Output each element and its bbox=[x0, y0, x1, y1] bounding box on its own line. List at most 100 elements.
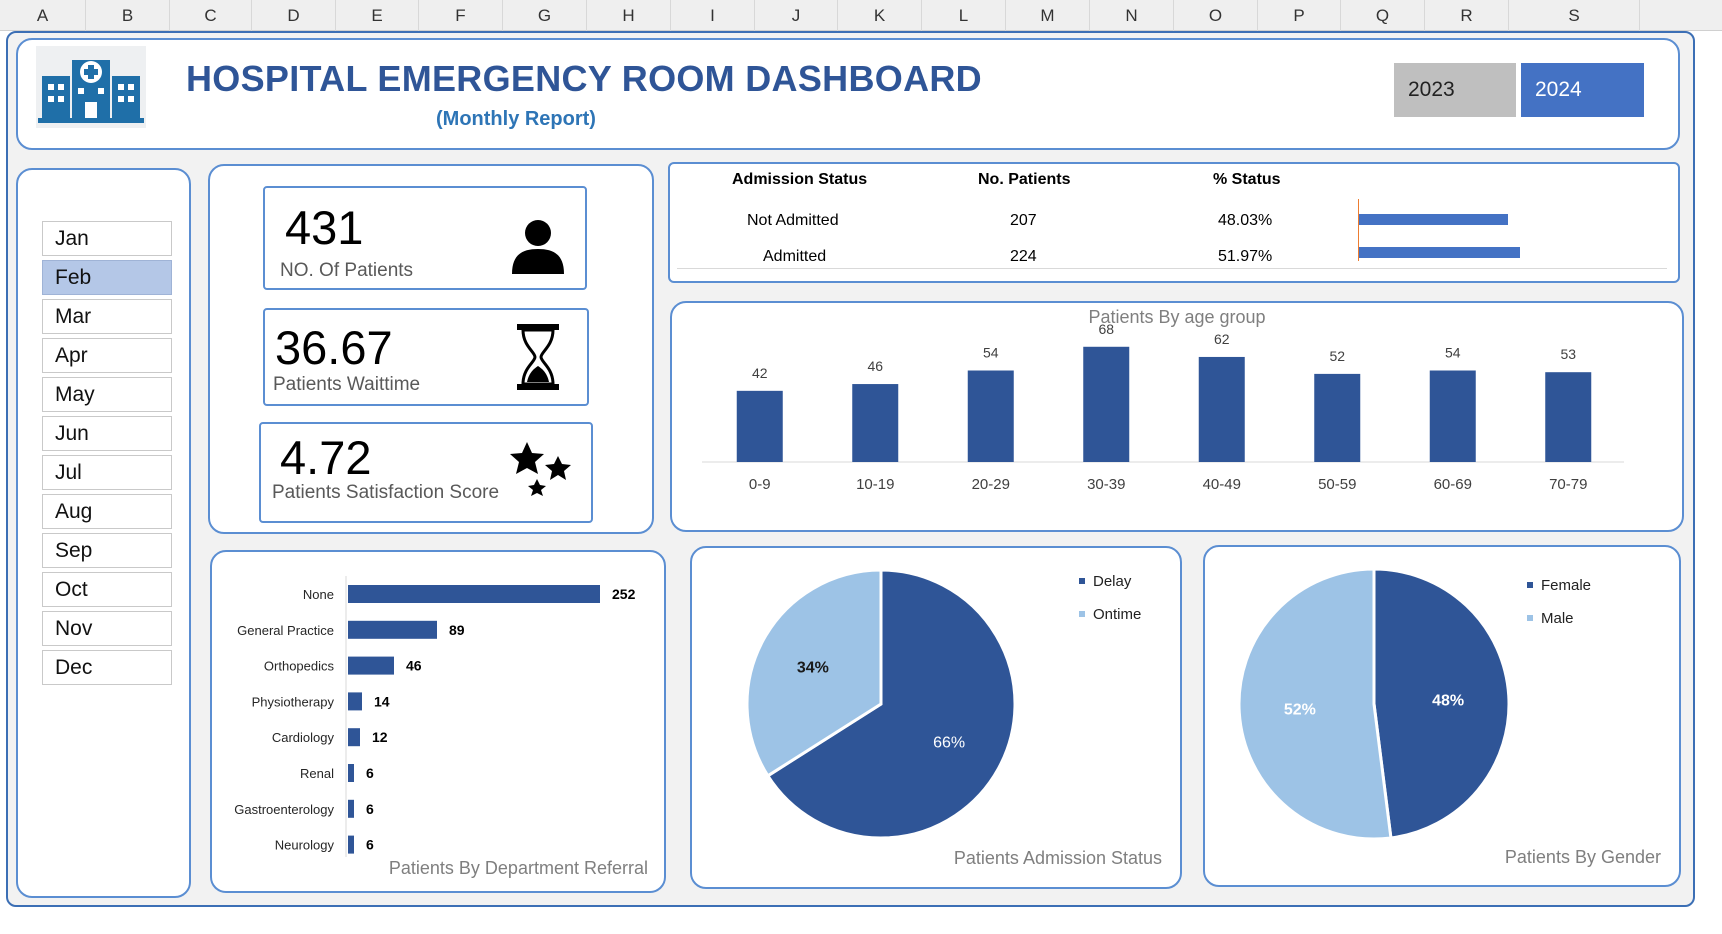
column-header-cell[interactable]: E bbox=[336, 0, 419, 31]
tick-label: 0-9 bbox=[749, 476, 771, 493]
data-label: 34% bbox=[797, 660, 829, 677]
bar bbox=[1083, 346, 1130, 462]
month-button-jul[interactable]: Jul bbox=[42, 455, 172, 490]
dashboard-stage: ABCDEFGHIJKLMNOPQRS HOSPITAL EMERGENCY R… bbox=[0, 0, 1722, 934]
kpi-label: Patients Waittime bbox=[273, 374, 421, 395]
kpi-value: 4.72 bbox=[280, 431, 372, 484]
column-header-cell[interactable]: R bbox=[1425, 0, 1509, 31]
month-button-dec[interactable]: Dec bbox=[42, 650, 172, 685]
data-label: 46 bbox=[406, 658, 422, 674]
column-header-cell[interactable]: D bbox=[252, 0, 336, 31]
tick-label: Orthopedics bbox=[264, 659, 335, 674]
month-button-jan[interactable]: Jan bbox=[42, 221, 172, 256]
data-label: 54 bbox=[983, 345, 999, 361]
bar bbox=[1429, 370, 1476, 462]
kpi-card-patients: 431 NO. Of Patients bbox=[263, 186, 587, 290]
column-header-cell[interactable]: A bbox=[0, 0, 86, 31]
data-label: 6 bbox=[366, 801, 374, 817]
tick-label: 60-69 bbox=[1434, 476, 1472, 493]
table-cell-pct: 48.03% bbox=[1218, 212, 1273, 229]
month-button-apr[interactable]: Apr bbox=[42, 338, 172, 373]
data-label: 46 bbox=[867, 358, 883, 374]
data-label: 6 bbox=[366, 765, 374, 781]
column-header-cell[interactable]: B bbox=[86, 0, 170, 31]
bar bbox=[1545, 372, 1592, 462]
tick-label: None bbox=[303, 587, 334, 602]
month-button-sep[interactable]: Sep bbox=[42, 533, 172, 568]
column-header-bar: ABCDEFGHIJKLMNOPQRS bbox=[0, 0, 1722, 31]
data-label: 52 bbox=[1329, 348, 1345, 364]
column-header-cell[interactable]: P bbox=[1258, 0, 1341, 31]
month-button-feb[interactable]: Feb bbox=[42, 260, 172, 295]
column-header-cell[interactable]: I bbox=[671, 0, 755, 31]
column-header-cell[interactable]: O bbox=[1174, 0, 1258, 31]
column-header-cell[interactable]: G bbox=[503, 0, 587, 31]
kpi-value: 36.67 bbox=[275, 321, 393, 374]
chart-title: Patients Admission Status bbox=[954, 848, 1162, 868]
table-header-admission-status: Admission Status bbox=[732, 171, 868, 188]
table-bar-axis bbox=[1358, 199, 1359, 261]
column-header-cell[interactable]: H bbox=[587, 0, 671, 31]
bar bbox=[1314, 373, 1361, 462]
department-referral-chart: None 252 General Practice 89 Orthopedics 46 Ph… bbox=[234, 576, 648, 878]
kpi-card-waittime: 36.67 Patients Waittime bbox=[263, 308, 589, 406]
chart-title: Patients By age group bbox=[1088, 307, 1265, 327]
year-button-2024[interactable]: 2024 bbox=[1521, 63, 1644, 117]
month-button-may[interactable]: May bbox=[42, 377, 172, 412]
legend-label: Female bbox=[1541, 577, 1591, 594]
table-cell-patients: 224 bbox=[1010, 248, 1037, 265]
column-header-cell[interactable]: L bbox=[922, 0, 1006, 31]
data-label: 62 bbox=[1214, 331, 1230, 347]
column-header-cell[interactable]: K bbox=[838, 0, 922, 31]
column-header-cell[interactable]: Q bbox=[1341, 0, 1425, 31]
data-label: 68 bbox=[1098, 321, 1114, 337]
data-label: 89 bbox=[449, 622, 465, 638]
table-pct-bar bbox=[1359, 247, 1520, 258]
legend-label: Ontime bbox=[1093, 606, 1141, 623]
tick-label: 30-39 bbox=[1087, 476, 1125, 493]
legend-marker bbox=[1527, 582, 1533, 588]
column-header-cell[interactable]: M bbox=[1006, 0, 1090, 31]
tick-label: General Practice bbox=[237, 623, 334, 638]
data-label: 54 bbox=[1445, 345, 1461, 361]
column-header-cell[interactable]: C bbox=[170, 0, 252, 31]
table-cell-pct: 51.97% bbox=[1218, 248, 1273, 265]
chart-title: Patients By Department Referral bbox=[389, 858, 648, 878]
stars-icon bbox=[510, 442, 571, 496]
legend-marker bbox=[1079, 611, 1085, 617]
table-header-pct-status: % Status bbox=[1213, 171, 1281, 188]
tick-label: 20-29 bbox=[972, 476, 1010, 493]
table-pct-bar bbox=[1359, 214, 1508, 225]
column-header-cell[interactable]: S bbox=[1509, 0, 1640, 31]
bar bbox=[852, 384, 899, 462]
month-button-jun[interactable]: Jun bbox=[42, 416, 172, 451]
month-button-mar[interactable]: Mar bbox=[42, 299, 172, 334]
bar bbox=[1198, 356, 1245, 462]
column-header-cell[interactable]: N bbox=[1090, 0, 1174, 31]
gender-pie: 48% 52% Female Male Patients By Gender bbox=[1237, 567, 1661, 867]
tick-label: Gastroenterology bbox=[234, 802, 334, 817]
bar bbox=[348, 799, 354, 818]
month-button-nov[interactable]: Nov bbox=[42, 611, 172, 646]
column-header-cell[interactable]: J bbox=[755, 0, 838, 31]
bar bbox=[736, 390, 783, 462]
data-label: 6 bbox=[366, 837, 374, 853]
month-button-oct[interactable]: Oct bbox=[42, 572, 172, 607]
month-button-aug[interactable]: Aug bbox=[42, 494, 172, 529]
tick-label: Renal bbox=[300, 766, 334, 781]
kpi-label: Patients Satisfaction Score bbox=[272, 482, 500, 503]
tick-label: Physiotherapy bbox=[252, 694, 335, 709]
table-cell-status: Admitted bbox=[763, 248, 827, 265]
tick-label: Cardiology bbox=[272, 730, 335, 745]
data-label: 12 bbox=[372, 729, 388, 745]
dashboard-title: HOSPITAL EMERGENCY ROOM DASHBOARD bbox=[186, 58, 982, 99]
table-cell-patients: 207 bbox=[1010, 212, 1037, 229]
kpi-value: 431 bbox=[285, 201, 364, 254]
dashboard-subtitle: (Monthly Report) bbox=[436, 108, 596, 130]
column-header-cell[interactable]: F bbox=[419, 0, 503, 31]
hourglass-icon bbox=[517, 324, 559, 390]
tick-label: 70-79 bbox=[1549, 476, 1587, 493]
bar bbox=[348, 585, 600, 603]
data-label: 52% bbox=[1284, 702, 1316, 719]
year-button-2023[interactable]: 2023 bbox=[1394, 63, 1516, 117]
